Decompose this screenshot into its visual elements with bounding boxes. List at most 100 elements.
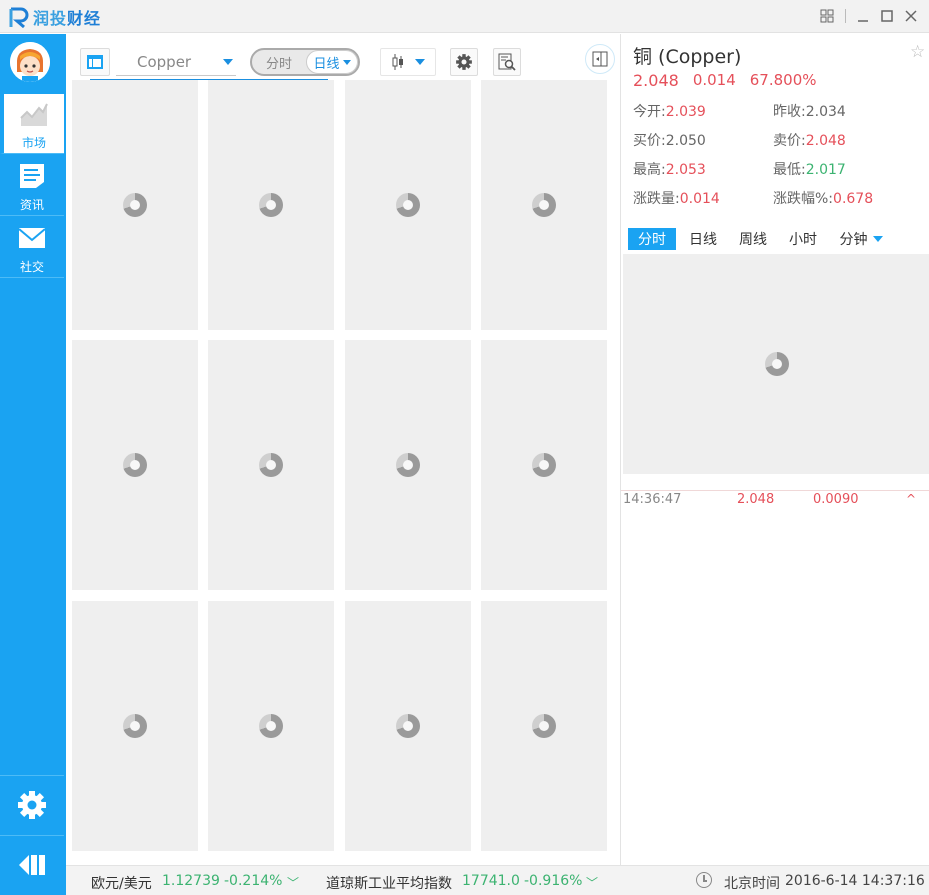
chart-panel[interactable] [481, 601, 607, 851]
search-chart-button[interactable] [493, 48, 521, 76]
tab-daily[interactable]: 日线 [679, 228, 727, 250]
gear-icon [456, 54, 472, 70]
logo-text-secondary: 财经 [67, 9, 102, 28]
loading-spinner-icon [259, 714, 283, 738]
chart-toolbar: Copper 分时 日线 [66, 34, 619, 80]
chevron-down-icon[interactable]: ﹀ [586, 874, 598, 891]
mail-icon [18, 228, 46, 248]
tab-intraday[interactable]: 分时 [628, 228, 676, 250]
toggle-detail-panel-button[interactable] [585, 44, 615, 74]
symbol-select[interactable]: Copper [116, 48, 236, 76]
quote-field: 涨跌量:0.014 [633, 188, 720, 208]
chart-settings-button[interactable] [450, 48, 478, 76]
chart-panel[interactable] [481, 340, 607, 590]
avatar[interactable] [10, 42, 50, 82]
chart-panel[interactable] [345, 601, 471, 851]
title-bar: 润投财经 [0, 0, 929, 33]
sidebar-item-label: 市场 [21, 136, 46, 150]
chart-panel[interactable] [72, 340, 198, 590]
loading-spinner-icon [259, 193, 283, 217]
maximize-icon[interactable] [877, 6, 897, 26]
chart-type-select[interactable] [380, 48, 436, 76]
instrument-title: 铜 (Copper) [633, 46, 742, 68]
sidebar-item-social[interactable]: 社交 [0, 218, 64, 278]
tab-weekly[interactable]: 周线 [729, 228, 777, 250]
chart-panel[interactable] [345, 80, 471, 330]
period-switch[interactable]: 分时 日线 [250, 48, 360, 76]
chevron-down-icon [223, 58, 233, 65]
period-daily[interactable]: 日线 [306, 50, 358, 74]
quote-field-value: 2.053 [665, 162, 706, 178]
logo-text-primary: 润投 [33, 9, 68, 28]
search-document-icon [498, 53, 516, 71]
favorite-star-icon[interactable]: ☆ [910, 42, 925, 62]
ticker-change: -0.214% [224, 873, 283, 889]
quote-field: 昨收:2.034 [773, 101, 846, 121]
quote-field-value: 0.678 [833, 191, 874, 207]
clock-icon [696, 872, 712, 888]
gear-icon [18, 790, 46, 819]
chart-panel[interactable] [345, 340, 471, 590]
quote-field-value: 2.048 [805, 133, 846, 149]
chevron-down-icon[interactable]: ﹀ [287, 874, 299, 891]
layout-toggle-button[interactable] [80, 48, 110, 76]
chart-panel[interactable] [72, 80, 198, 330]
chart-trend-icon [20, 103, 48, 126]
chevron-down-icon [415, 59, 425, 65]
clock-datetime: 2016-6-14 14:37:16 [785, 873, 925, 889]
chevron-down-icon [342, 59, 351, 65]
tab-minute[interactable]: 分钟 [833, 228, 889, 250]
quote-field-label: 最低: [773, 162, 806, 178]
tab-hourly[interactable]: 小时 [779, 228, 827, 250]
sidebar-item-label: 资讯 [19, 198, 44, 212]
minimize-icon[interactable] [853, 6, 873, 26]
candlestick-icon [392, 54, 403, 70]
period-intraday[interactable]: 分时 [252, 53, 306, 72]
layout-icon [87, 55, 103, 69]
logo-r-icon [9, 7, 29, 28]
chart-panel[interactable] [72, 601, 198, 851]
sidebar-item-market[interactable]: 市场 [0, 94, 64, 154]
tick-row: 14:36:47 2.048 0.0090 ^ [621, 492, 929, 512]
price-change: 0.014 [692, 71, 736, 89]
document-icon [20, 164, 44, 188]
loading-spinner-icon [396, 714, 420, 738]
quote-field: 今开:2.039 [633, 101, 706, 121]
layout-grid-icon[interactable] [817, 6, 837, 26]
quote-field: 最高:2.053 [633, 159, 706, 179]
chart-panel[interactable] [208, 80, 334, 330]
sidebar-item-news[interactable]: 资讯 [0, 156, 64, 216]
last-price: 2.048 [633, 71, 679, 90]
quote-field-label: 卖价: [773, 133, 806, 149]
sidebar: 市场 资讯 社交 [0, 34, 66, 895]
tick-time: 14:36:47 [623, 492, 682, 507]
ticker-value: 1.12739 [162, 873, 220, 889]
panel-toggle-icon [592, 51, 608, 67]
quote-field-label: 涨跌量: [633, 191, 680, 207]
chart-panel[interactable] [481, 80, 607, 330]
tick-up-arrow-icon: ^ [906, 492, 917, 506]
quote-field-label: 涨跌幅%: [773, 191, 834, 207]
quote-field-label: 昨收: [773, 104, 806, 120]
ticker-change: -0.916% [524, 873, 583, 889]
titlebar-divider [845, 9, 846, 23]
quote-field: 买价:2.050 [633, 130, 706, 150]
app-logo: 润投财经 [8, 5, 101, 29]
chart-panel[interactable] [208, 601, 334, 851]
tick-change: 0.0090 [813, 492, 859, 507]
chart-panel[interactable] [208, 340, 334, 590]
collapse-sidebar-button[interactable] [0, 835, 64, 893]
ticker-name[interactable]: 道琼斯工业平均指数 [326, 873, 452, 893]
quote-summary: 2.048 0.014 67.800% [633, 71, 817, 90]
settings-button[interactable] [0, 775, 64, 833]
quote-field-value: 2.039 [665, 104, 706, 120]
close-icon[interactable] [901, 6, 921, 26]
loading-spinner-icon [259, 453, 283, 477]
loading-spinner-icon [123, 714, 147, 738]
ticker-name[interactable]: 欧元/美元 [91, 873, 152, 893]
quote-field: 涨跌幅%:0.678 [773, 188, 873, 208]
clock-label: 北京时间 [724, 876, 780, 892]
quote-field-label: 最高: [633, 162, 666, 178]
quote-field-value: 2.050 [665, 133, 706, 149]
sidebar-item-label: 社交 [19, 260, 44, 274]
